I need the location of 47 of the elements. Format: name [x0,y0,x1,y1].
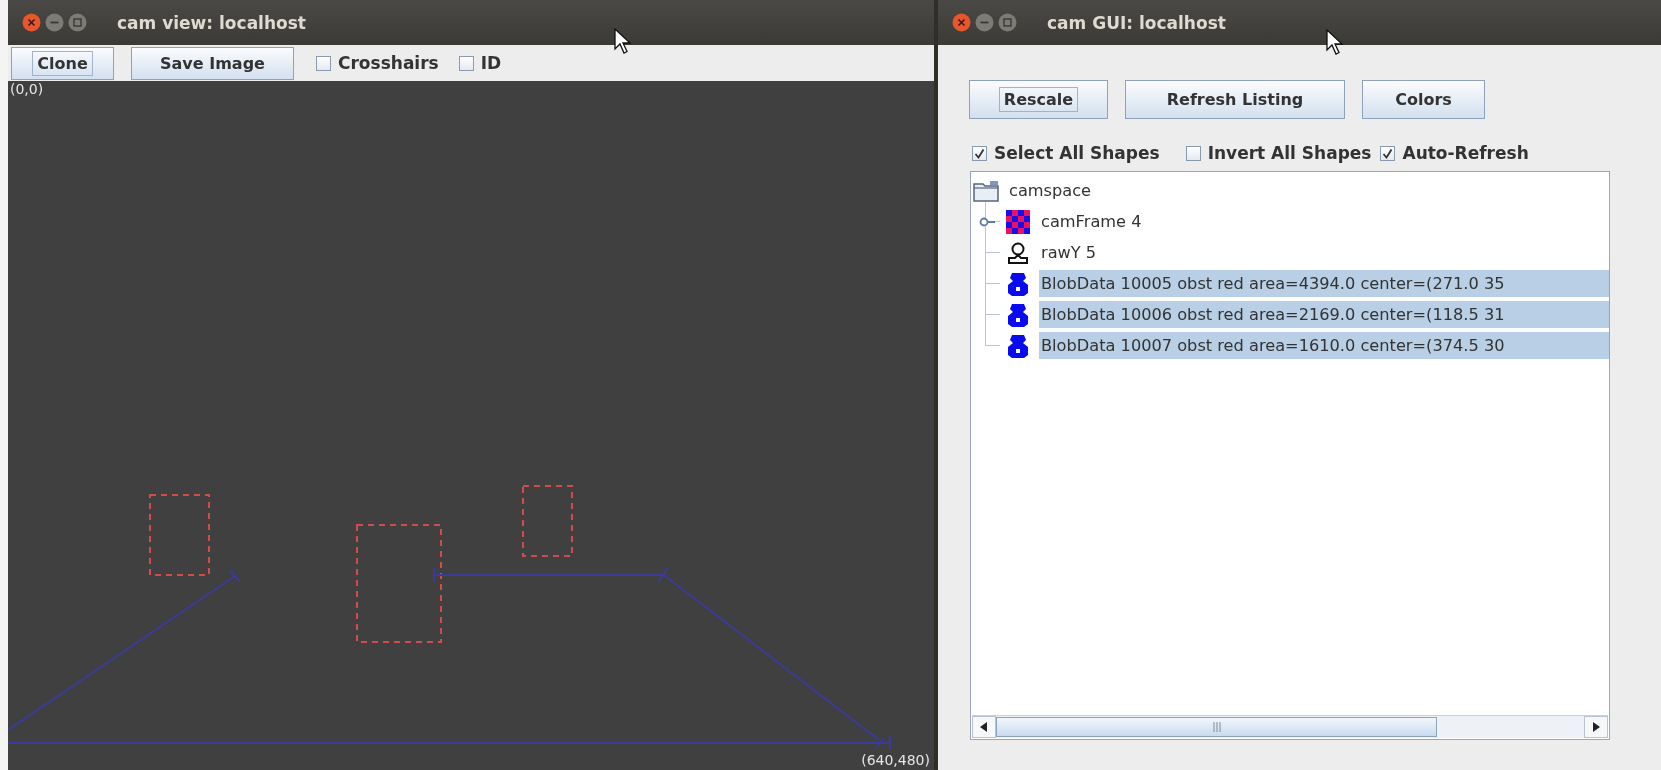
tree-item[interactable]: BlobData 10006 obst red area=2169.0 center=(118.5 31 [1039,301,1609,328]
checkbox[interactable] [458,55,474,71]
extent-label: (640,480) [861,752,930,768]
save-image-button[interactable]: Save Image [131,46,294,80]
minimize-icon[interactable] [975,13,994,32]
tree-item[interactable]: BlobData 10005 obst red area=4394.0 center=(271.0 35 [1039,270,1609,297]
expand-handle-icon[interactable] [979,216,995,228]
close-icon[interactable] [22,13,41,32]
tree-item[interactable]: rawY 5 [1039,239,1609,266]
checkbox-label[interactable]: Auto-Refresh [1402,143,1529,163]
checkbox[interactable] [972,145,987,161]
tree-line [985,233,1000,264]
close-icon[interactable] [952,13,971,32]
tree-line [985,264,1000,295]
blob-icon [1007,271,1029,296]
person-icon [1006,240,1030,265]
maximize-icon[interactable] [998,13,1017,32]
cursor-icon [1326,29,1344,55]
folder-icon [973,179,999,202]
checkbox[interactable] [1185,145,1201,161]
window-title: cam GUI: localhost [1047,12,1226,33]
origin-label: (0,0) [10,81,44,97]
checkbox-label[interactable]: Invert All Shapes [1207,143,1372,163]
refresh-listing-button[interactable]: Refresh Listing [1125,80,1345,119]
checker-icon [1006,209,1030,234]
checkbox-label[interactable]: ID [480,53,502,73]
checkbox[interactable] [316,55,331,71]
checkbox-label[interactable]: Select All Shapes [994,143,1160,163]
minimize-icon[interactable] [45,13,64,32]
cursor-icon [614,28,632,54]
colors-button[interactable]: Colors [1362,80,1485,119]
region-outline [522,485,573,557]
rescale-button[interactable]: Rescale [969,80,1108,119]
checkbox[interactable] [1380,145,1396,161]
tree-item[interactable]: BlobData 10007 obst red area=1610.0 center=(374.5 30 [1039,332,1609,359]
window-title: cam view: localhost [117,12,306,33]
tree-item[interactable]: camspace [1007,177,1094,204]
scroll-left-icon[interactable] [980,722,988,732]
clone-button[interactable]: Clone [11,46,114,80]
horizontal-scrollbar[interactable] [972,715,1608,738]
checkbox-label[interactable]: Crosshairs [338,53,439,73]
scroll-right-icon[interactable] [1592,722,1600,732]
blob-icon [1007,333,1029,358]
tree-item[interactable]: camFrame 4 [1039,208,1609,235]
scroll-thumb[interactable] [996,717,1437,737]
maximize-icon[interactable] [68,13,87,32]
blob-icon [1007,302,1029,327]
